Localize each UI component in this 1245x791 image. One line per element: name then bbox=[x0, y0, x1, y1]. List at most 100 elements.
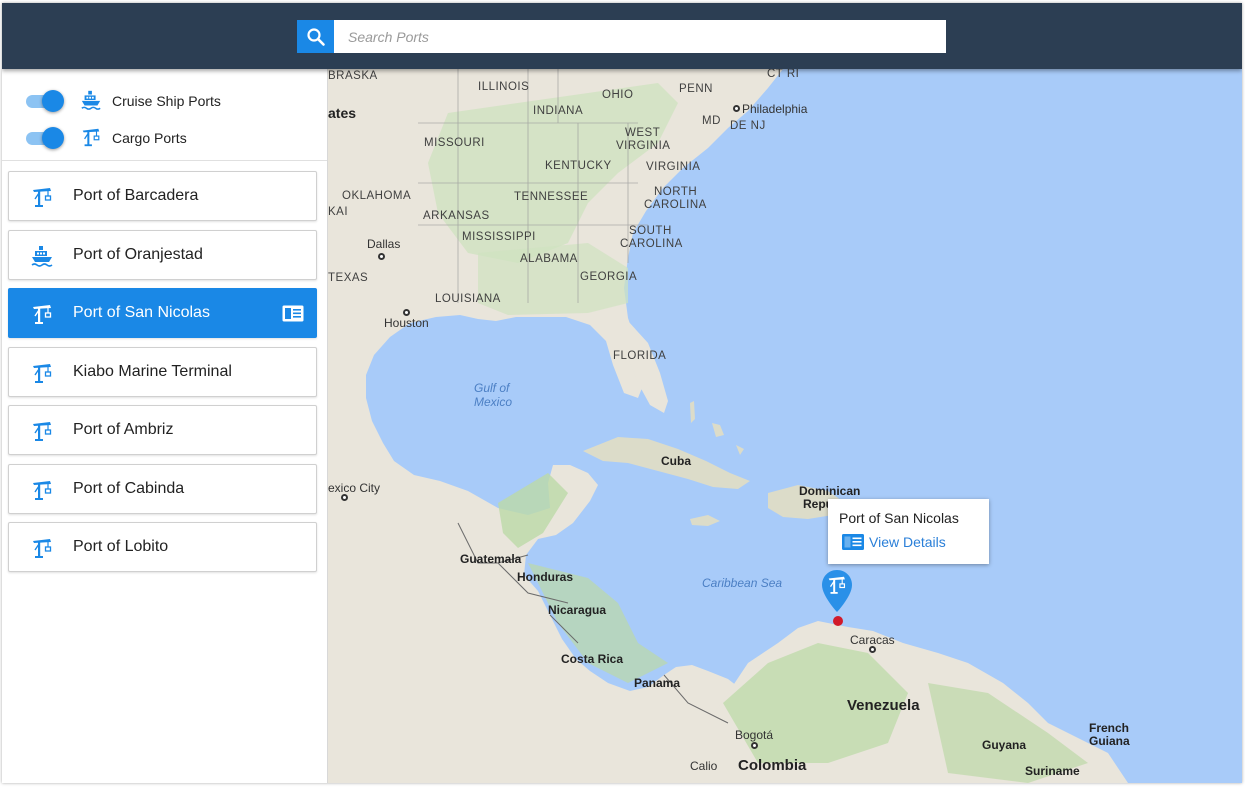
map-label-state: TENNESSEE bbox=[514, 191, 589, 203]
map-label-country: Dominican bbox=[799, 484, 861, 498]
search-icon bbox=[306, 27, 325, 46]
cargo-crane-icon bbox=[33, 480, 52, 500]
info-window-title: Port of San Nicolas bbox=[839, 510, 959, 526]
app-frame: Cruise Ship Ports Cargo Ports Port of Ba… bbox=[2, 3, 1242, 783]
search-input[interactable] bbox=[334, 20, 946, 53]
map-label-state: FLORIDA bbox=[613, 350, 667, 362]
port-type-filters: Cruise Ship Ports Cargo Ports bbox=[2, 69, 327, 161]
map-label-state: MISSOURI bbox=[424, 137, 485, 149]
port-list-item[interactable]: Port of Ambriz bbox=[8, 405, 317, 455]
port-list-item[interactable]: Port of Oranjestad bbox=[8, 229, 317, 280]
port-name: Port of Oranjestad bbox=[73, 245, 203, 263]
port-list-item[interactable]: Port of Barcadera bbox=[8, 171, 317, 221]
map-city-dot bbox=[403, 309, 410, 316]
map-label-state: ILLINOIS bbox=[478, 81, 530, 93]
port-name: Port of Lobito bbox=[73, 538, 169, 555]
port-name: Port of Ambriz bbox=[73, 421, 174, 438]
port-name: Port of Cabinda bbox=[73, 479, 185, 497]
map-label-water: Mexico bbox=[474, 395, 513, 409]
map-label-country: Nicaragua bbox=[548, 603, 607, 617]
port-list-item[interactable]: Kiabo Marine Terminal bbox=[8, 346, 317, 397]
map-label-state: GEORGIA bbox=[580, 271, 638, 283]
top-bar bbox=[2, 3, 1242, 69]
map-label-city: Dallas bbox=[367, 237, 401, 251]
map-label-state: NORTH bbox=[654, 186, 698, 198]
map-label-state: VIRGINIA bbox=[646, 161, 701, 173]
map-label-state: OHIO bbox=[602, 89, 634, 101]
map-city-dot bbox=[341, 494, 348, 501]
map-label-city: exico City bbox=[328, 481, 381, 495]
port-list-item[interactable]: Port of Lobito bbox=[8, 522, 317, 572]
map-marker-pin[interactable] bbox=[821, 569, 853, 613]
filter-cargo-ports: Cargo Ports bbox=[2, 120, 327, 157]
map-label-state: PENN bbox=[679, 83, 713, 95]
map-label-country: Costa Rica bbox=[561, 652, 624, 666]
map-label-state: CAROLINA bbox=[620, 238, 683, 250]
filter-cruise-ports: Cruise Ship Ports bbox=[2, 83, 327, 120]
map-city-dot bbox=[869, 646, 876, 653]
port-list: Port of Barcadera Port of Oranjestad Por… bbox=[2, 161, 327, 572]
map-label-state: ARKANSAS bbox=[423, 210, 490, 222]
map-label-water: Caribbean Sea bbox=[702, 576, 783, 590]
map-city-dot bbox=[751, 742, 758, 749]
cruise-ship-icon bbox=[81, 90, 101, 110]
map-label-water: Gulf of bbox=[474, 381, 510, 395]
filter-label: Cargo Ports bbox=[112, 130, 187, 146]
port-list-item-selected[interactable]: Port of San Nicolas bbox=[8, 288, 317, 338]
cargo-ports-toggle[interactable] bbox=[26, 127, 64, 149]
view-details-link[interactable]: View Details bbox=[842, 534, 946, 550]
map-label-state: KAI bbox=[328, 206, 349, 218]
map-label-state: DE NJ bbox=[730, 120, 766, 132]
cargo-crane-icon bbox=[33, 188, 52, 207]
view-details-label: View Details bbox=[869, 534, 946, 550]
map-label-country: ates bbox=[328, 105, 357, 121]
map-label-state: CT RI bbox=[767, 68, 800, 80]
map-base-terrain bbox=[328, 69, 1128, 783]
map-label-country: Guatemala bbox=[460, 552, 522, 566]
details-card-icon[interactable] bbox=[282, 305, 304, 322]
map-label-state: MD bbox=[702, 115, 721, 127]
map-label-country: French bbox=[1089, 721, 1130, 735]
map-label-country: Cuba bbox=[661, 454, 691, 468]
map-label-city: Houston bbox=[384, 316, 429, 330]
map-label-country: Colombia bbox=[738, 757, 807, 774]
map-info-window: Port of San Nicolas View Details bbox=[828, 499, 989, 564]
sidebar: Cruise Ship Ports Cargo Ports Port of Ba… bbox=[2, 69, 328, 783]
cruise-ship-icon bbox=[31, 245, 53, 267]
cargo-crane-icon bbox=[33, 539, 52, 558]
map-label-country: Suriname bbox=[1025, 764, 1080, 778]
map-label-country: Venezuela bbox=[847, 697, 920, 714]
map-label-state: LOUISIANA bbox=[435, 293, 501, 305]
map-label-country: Honduras bbox=[517, 570, 574, 584]
map-label-state: OKLAHOMA bbox=[342, 190, 412, 202]
port-location-dot bbox=[833, 616, 843, 626]
map-city-dot bbox=[378, 253, 385, 260]
map-city-dot bbox=[733, 105, 740, 112]
map-label-city: Bogotá bbox=[735, 728, 774, 742]
port-list-item[interactable]: Port of Cabinda bbox=[8, 463, 317, 514]
details-card-icon bbox=[842, 534, 864, 550]
map-label-country: Panama bbox=[634, 676, 681, 690]
filter-label: Cruise Ship Ports bbox=[112, 93, 221, 109]
map-label-state: CAROLINA bbox=[644, 199, 707, 211]
map-view[interactable]: BRASKA ILLINOIS INDIANA OHIO PENN CT RI … bbox=[328, 3, 1242, 783]
map-label-state: INDIANA bbox=[533, 105, 584, 117]
cruise-ports-toggle[interactable] bbox=[26, 90, 64, 112]
map-label-state: KENTUCKY bbox=[545, 160, 612, 172]
map-label-city: Calio bbox=[690, 759, 718, 773]
map-label-state: WEST bbox=[625, 127, 661, 139]
map-label-country: Guiana bbox=[1089, 734, 1130, 748]
map-label-state: TEXAS bbox=[328, 272, 369, 284]
cargo-crane-icon bbox=[82, 128, 100, 147]
map-label-state: BRASKA bbox=[328, 70, 378, 82]
map-label-state: MISSISSIPPI bbox=[462, 231, 536, 243]
map-label-country: Guyana bbox=[982, 738, 1027, 752]
cargo-crane-icon bbox=[33, 422, 52, 441]
map-label-state: VIRGINIA bbox=[616, 140, 671, 152]
map-label-state: SOUTH bbox=[629, 225, 672, 237]
search-button[interactable] bbox=[297, 20, 334, 53]
map-label-city: Philadelphia bbox=[742, 102, 808, 116]
port-name: Kiabo Marine Terminal bbox=[73, 362, 232, 380]
map-label-state: ALABAMA bbox=[520, 253, 578, 265]
map-label-city: Caracas bbox=[850, 633, 895, 647]
